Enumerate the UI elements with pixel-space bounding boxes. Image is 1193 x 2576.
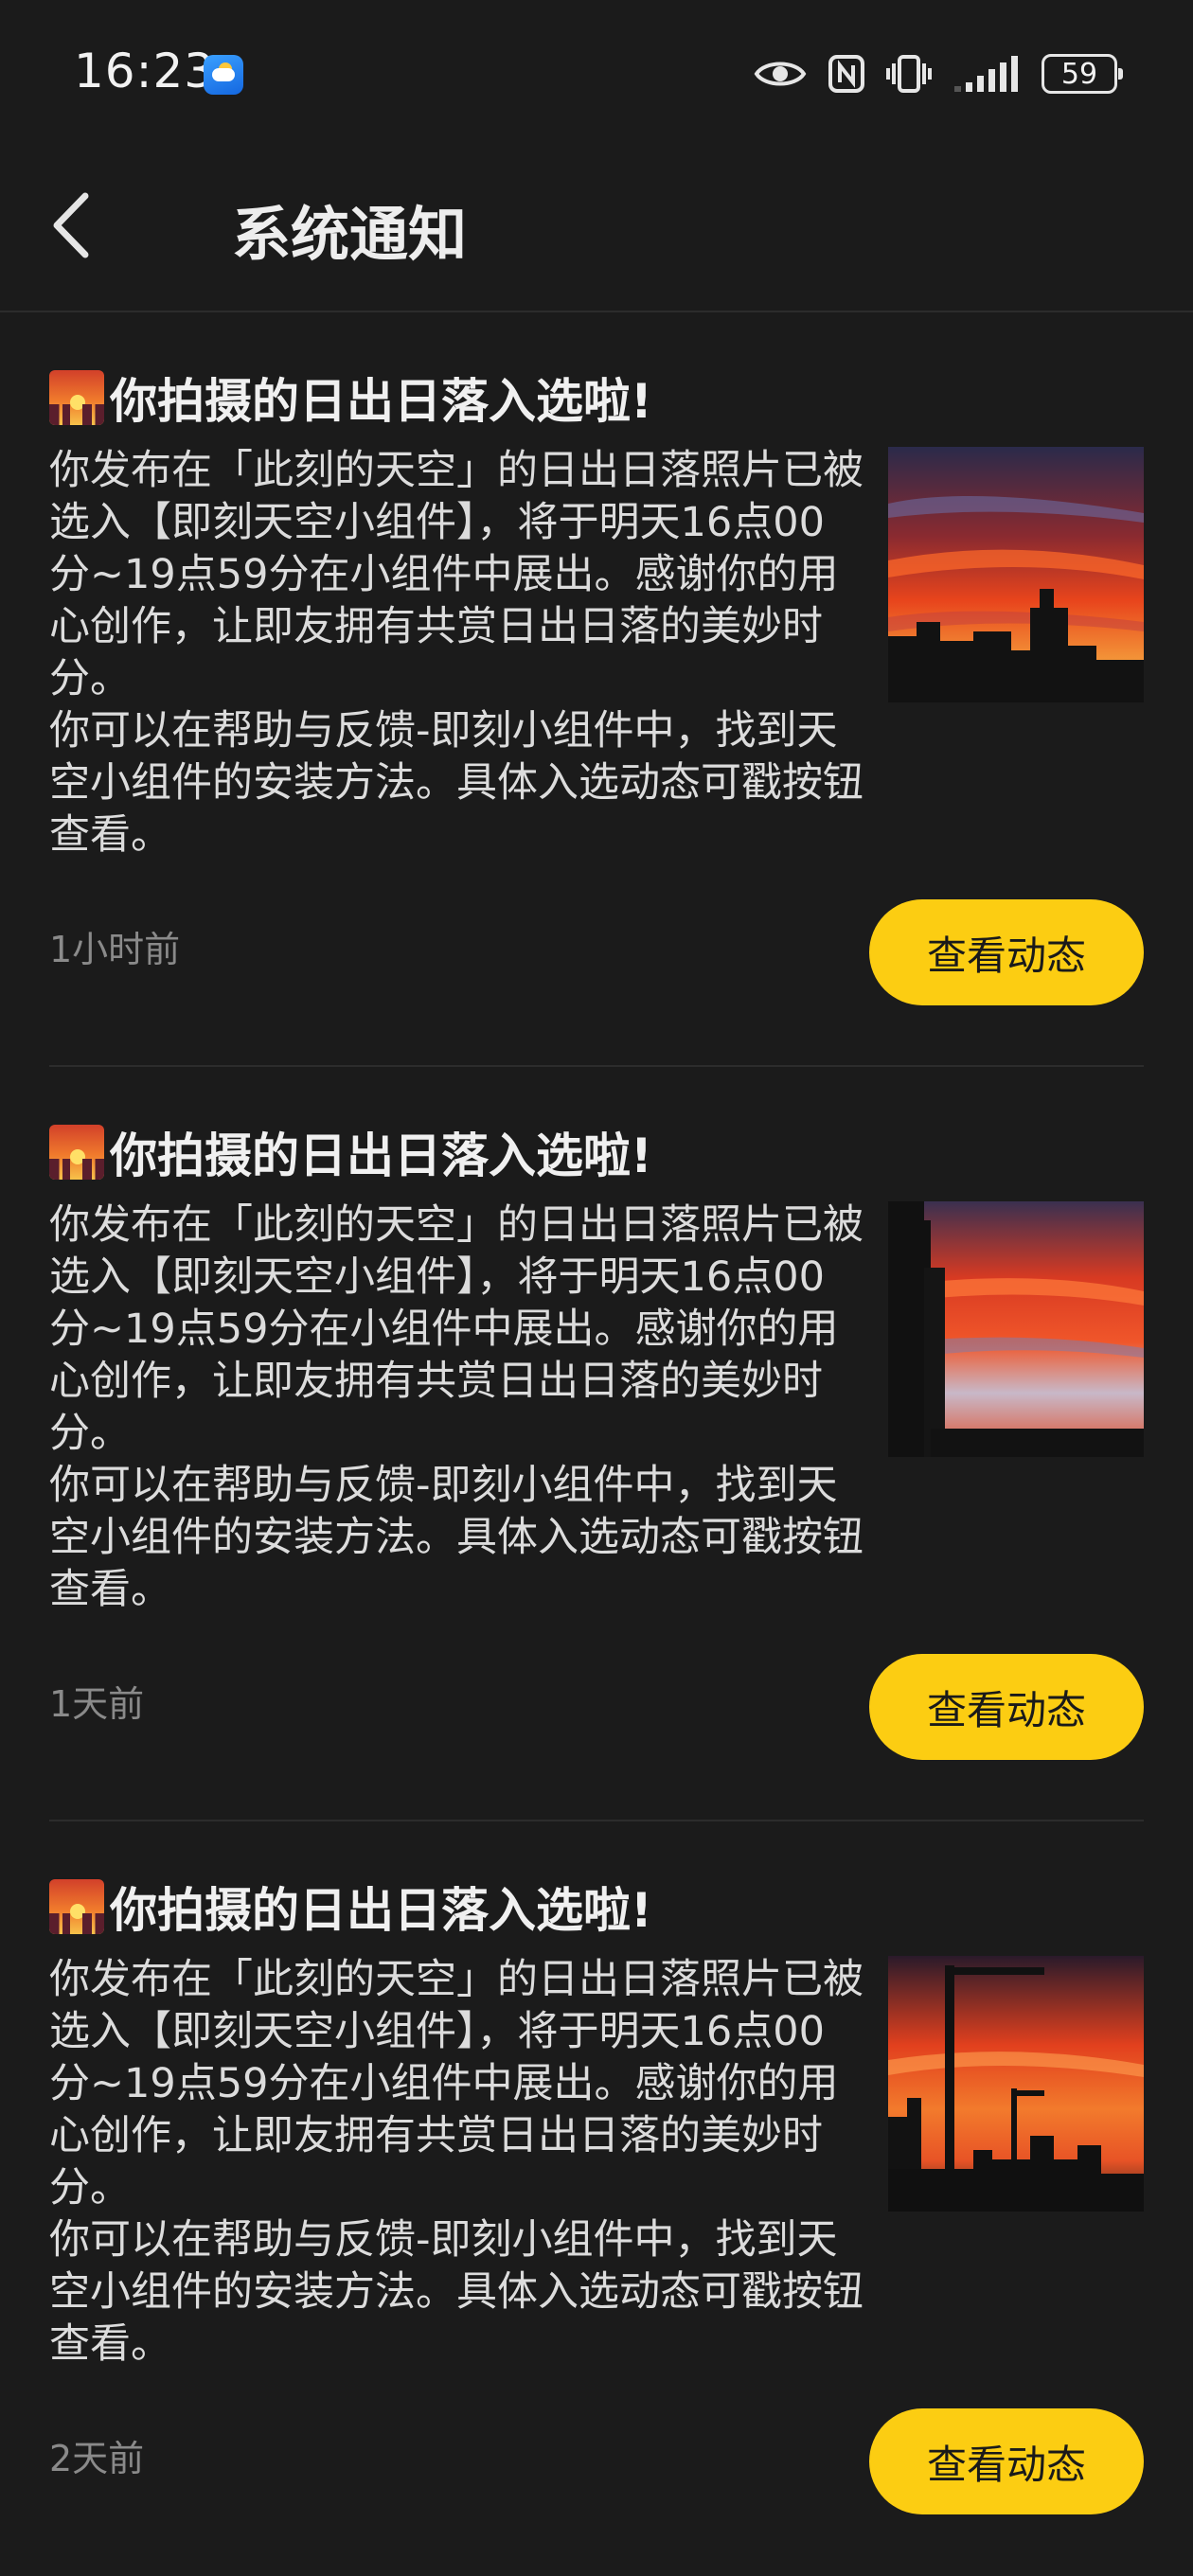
view-post-button[interactable]: 查看动态 (869, 1654, 1144, 1760)
notification-title: 你拍摄的日出日落入选啦! (110, 1128, 652, 1183)
status-icons: 59 (754, 47, 1123, 100)
view-post-button[interactable]: 查看动态 (869, 899, 1144, 1005)
weather-cloud-sun-icon (204, 55, 243, 95)
notification-body: 你发布在「此刻的天空」的日出日落照片已被选入【即刻天空小组件】，将于明天16点0… (49, 1954, 864, 2371)
notification-body-paragraph: 你发布在「此刻的天空」的日出日落照片已被选入【即刻天空小组件】，将于明天16点0… (49, 447, 864, 702)
notification-body-paragraph: 你可以在帮助与反馈-即刻小组件中，找到天空小组件的安装方法。具体入选动态可戳按钮… (49, 1462, 864, 1613)
sunset-emoji-icon (49, 370, 104, 425)
notification-title-row: 你拍摄的日出日落入选啦! (49, 364, 652, 431)
notification-title: 你拍摄的日出日落入选啦! (110, 374, 652, 429)
notification-card: 你拍摄的日出日落入选啦! 你发布在「此刻的天空」的日出日落照片已被选入【即刻天空… (49, 312, 1144, 1067)
status-bar: 16:23 59 (0, 0, 1193, 147)
eye-comfort-icon (754, 62, 807, 86)
notification-body-paragraph: 你发布在「此刻的天空」的日出日落照片已被选入【即刻天空小组件】，将于明天16点0… (49, 1201, 864, 1457)
sunset-photo-thumbnail[interactable] (888, 1201, 1144, 1457)
notification-body: 你发布在「此刻的天空」的日出日落照片已被选入【即刻天空小组件】，将于明天16点0… (49, 445, 864, 862)
notification-body-paragraph: 你发布在「此刻的天空」的日出日落照片已被选入【即刻天空小组件】，将于明天16点0… (49, 1956, 864, 2212)
app-bar: 系统通知 (0, 147, 1193, 312)
chevron-left-icon (53, 192, 89, 258)
sunset-emoji-icon (49, 1879, 104, 1934)
notification-title-row: 你拍摄的日出日落入选啦! (49, 1119, 652, 1185)
notification-body-paragraph: 你可以在帮助与反馈-即刻小组件中，找到天空小组件的安装方法。具体入选动态可戳按钮… (49, 2216, 864, 2368)
notification-title-row: 你拍摄的日出日落入选啦! (49, 1874, 652, 1940)
cellular-signal-icon (954, 56, 1018, 92)
notification-card: 你拍摄的日出日落入选啦! 你发布在「此刻的天空」的日出日落照片已被选入【即刻天空… (49, 1821, 1144, 2576)
notification-body-paragraph: 你可以在帮助与反馈-即刻小组件中，找到天空小组件的安装方法。具体入选动态可戳按钮… (49, 707, 864, 859)
page-title: 系统通知 (232, 200, 468, 269)
sunset-emoji-icon (49, 1125, 104, 1180)
notification-body: 你发布在「此刻的天空」的日出日落照片已被选入【即刻天空小组件】，将于明天16点0… (49, 1199, 864, 1616)
status-time: 16:23 (74, 44, 216, 98)
sunset-photo-thumbnail[interactable] (888, 1956, 1144, 2212)
notification-time: 1天前 (49, 1683, 145, 1725)
view-post-button[interactable]: 查看动态 (869, 2408, 1144, 2514)
notification-title: 你拍摄的日出日落入选啦! (110, 1883, 652, 1938)
notification-time: 1小时前 (49, 929, 181, 970)
back-button[interactable] (38, 183, 114, 268)
nfc-icon (828, 55, 864, 93)
battery-indicator: 59 (1042, 54, 1123, 94)
notification-time: 2天前 (49, 2438, 145, 2479)
vibrate-icon (886, 55, 932, 93)
notification-card: 你拍摄的日出日落入选啦! 你发布在「此刻的天空」的日出日落照片已被选入【即刻天空… (49, 1067, 1144, 1821)
sunset-photo-thumbnail[interactable] (888, 447, 1144, 702)
